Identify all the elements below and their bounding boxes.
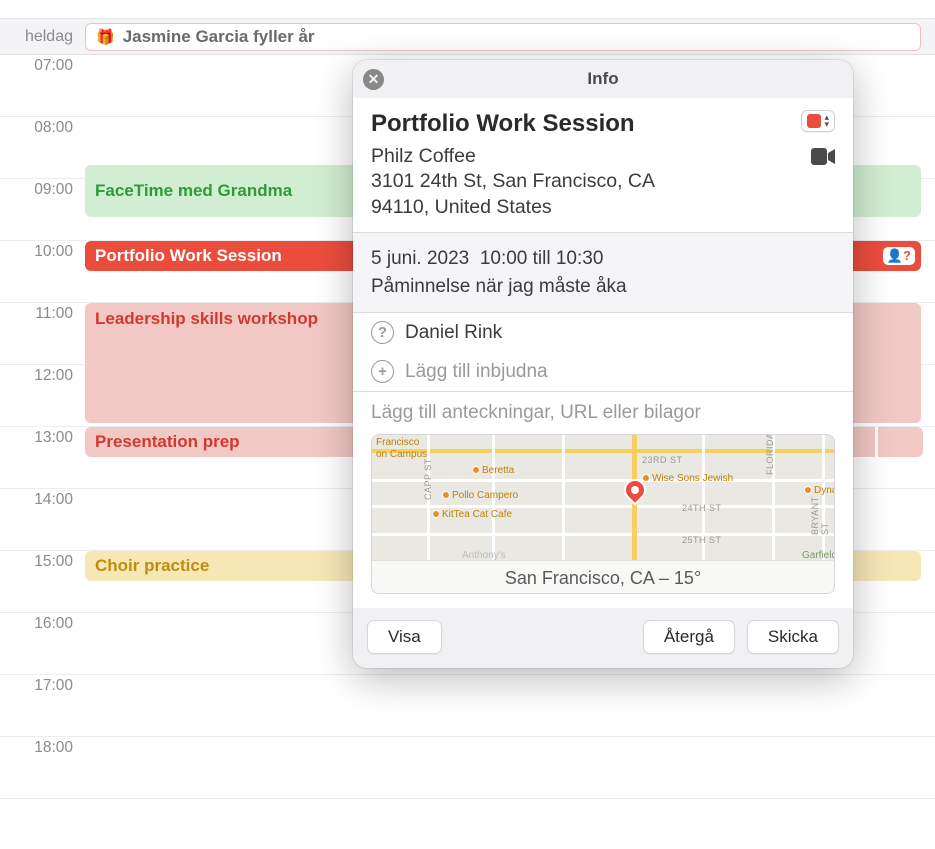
revert-button[interactable]: Återgå <box>643 620 735 654</box>
hour-label: 08:00 <box>0 117 85 178</box>
event-title: Presentation prep <box>95 432 240 452</box>
poi-label: KitTea Cat Cafe <box>432 509 512 520</box>
poi-label: Anthony's <box>462 550 506 561</box>
gift-icon: 🎁 <box>96 28 115 46</box>
allday-label: heldag <box>0 28 85 46</box>
location-addr-1: 3101 24th St, San Francisco, CA <box>371 169 655 194</box>
event-title: FaceTime med Grandma <box>95 181 292 201</box>
location-addr-2: 94110, United States <box>371 195 655 220</box>
hour-label: 10:00 <box>0 241 85 302</box>
street-label: FLORIDA ST <box>765 434 775 475</box>
street-label: CAPP ST <box>423 458 433 500</box>
hour-label: 09:00 <box>0 179 85 240</box>
add-invitee-row[interactable]: + Lägg till inbjudna <box>353 352 853 391</box>
title-section: Portfolio Work Session ▴▾ Philz Coffee 3… <box>353 98 853 233</box>
question-icon: ? <box>371 321 394 344</box>
map-preview[interactable]: Francisco on Campus Beretta Pollo Camper… <box>371 434 835 594</box>
event-time: 10:00 till 10:30 <box>480 248 604 269</box>
button-row: Visa Återgå Skicka <box>353 608 853 668</box>
poi-label: Pollo Campero <box>442 490 518 501</box>
popover-title: Info <box>587 69 618 89</box>
hour-label: 17:00 <box>0 675 85 736</box>
allday-row: heldag 🎁 Jasmine Garcia fyller år <box>0 19 935 55</box>
hour-label: 14:00 <box>0 489 85 550</box>
hour-label: 15:00 <box>0 551 85 612</box>
event-date: 5 juni. 2023 <box>371 248 469 269</box>
poi-label: Wise Sons Jewish <box>642 473 733 484</box>
location-block[interactable]: Philz Coffee 3101 24th St, San Francisco… <box>371 144 835 220</box>
hour-label: 11:00 <box>0 303 85 364</box>
reminder-text: Påminnelse när jag måste åka <box>371 273 835 301</box>
hour-label: 16:00 <box>0 613 85 674</box>
street-label: 23RD ST <box>642 455 683 465</box>
plus-icon: + <box>371 360 394 383</box>
video-icon[interactable] <box>811 146 835 172</box>
close-button[interactable]: ✕ <box>363 69 384 90</box>
time-section[interactable]: 5 juni. 2023 10:00 till 10:30 Påminnelse… <box>353 233 853 313</box>
street-label: 24TH ST <box>682 503 722 513</box>
invitee-status-icon: 👤? <box>883 247 915 265</box>
invitee-name: Daniel Rink <box>405 322 502 344</box>
allday-event-title: Jasmine Garcia fyller år <box>123 27 315 47</box>
invitee-section: ? Daniel Rink + Lägg till inbjudna <box>353 313 853 392</box>
poi-label: Francisco <box>376 437 419 448</box>
notes-section: Lägg till anteckningar, URL eller bilago… <box>353 392 853 608</box>
event-info-popover: ✕ Info Portfolio Work Session ▴▾ Philz C… <box>353 60 853 668</box>
street-label: BRYANT ST <box>810 497 830 536</box>
notes-placeholder[interactable]: Lägg till anteckningar, URL eller bilago… <box>371 402 835 424</box>
poi-label: Beretta <box>472 465 514 476</box>
show-button[interactable]: Visa <box>367 620 442 654</box>
invitee-row[interactable]: ? Daniel Rink <box>353 313 853 352</box>
hour-label: 12:00 <box>0 365 85 426</box>
map-footer: San Francisco, CA – 15° <box>372 560 834 594</box>
hour-label: 18:00 <box>0 737 85 798</box>
event-title: Choir practice <box>95 556 209 576</box>
event-title: Portfolio Work Session <box>95 246 282 266</box>
add-invitee-label: Lägg till inbjudna <box>405 361 548 383</box>
send-button[interactable]: Skicka <box>747 620 839 654</box>
street-label: 25TH ST <box>682 535 722 545</box>
poi-label: on Campus <box>376 449 427 460</box>
map-area: Francisco on Campus Beretta Pollo Camper… <box>372 435 834 560</box>
calendar-color-select[interactable]: ▴▾ <box>801 110 835 132</box>
hour-label: 13:00 <box>0 427 85 488</box>
event-title-field[interactable]: Portfolio Work Session <box>371 110 635 138</box>
event-title: Leadership skills workshop <box>95 309 318 329</box>
hour-label: 07:00 <box>0 55 85 116</box>
poi-label: Garfield <box>802 550 835 561</box>
chevron-updown-icon: ▴▾ <box>824 114 829 128</box>
poi-label: Dynamo Coffee <box>804 485 835 496</box>
popover-header: ✕ Info <box>353 60 853 98</box>
location-name: Philz Coffee <box>371 144 655 169</box>
color-swatch <box>807 114 821 128</box>
allday-event[interactable]: 🎁 Jasmine Garcia fyller år <box>85 23 921 51</box>
